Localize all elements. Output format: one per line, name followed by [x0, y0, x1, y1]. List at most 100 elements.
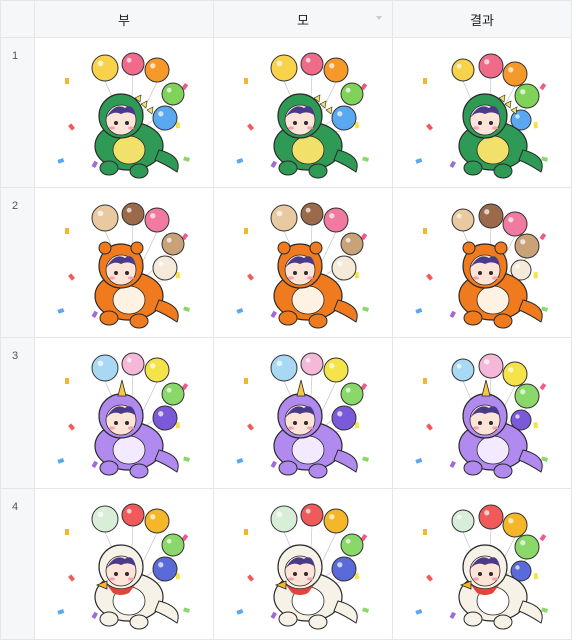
- confetti-piece: [244, 529, 248, 535]
- character-foot: [129, 313, 149, 329]
- character-tail: [154, 299, 179, 323]
- balloon: [152, 255, 178, 281]
- balloon: [121, 503, 145, 527]
- balloon: [323, 207, 349, 233]
- duck-character-image: [236, 503, 370, 630]
- balloon: [91, 54, 119, 82]
- character-foot: [129, 614, 149, 630]
- character-foot: [99, 460, 119, 476]
- confetti-piece: [423, 529, 427, 535]
- parent-2-image-cell: [214, 489, 393, 640]
- unicorn-horn: [296, 379, 306, 397]
- confetti-piece: [247, 423, 254, 431]
- row-number: 1: [1, 38, 35, 188]
- balloon: [340, 382, 364, 406]
- balloon: [144, 357, 170, 383]
- balloon: [340, 82, 364, 106]
- character-foot: [129, 463, 149, 479]
- comparison-table: 부 모 결과 1 2 3 4: [0, 0, 572, 640]
- character-tail: [333, 299, 358, 323]
- confetti-piece: [270, 611, 277, 619]
- balloon: [451, 358, 475, 382]
- parent-2-image-cell: [214, 188, 393, 338]
- sort-indicator-icon[interactable]: [376, 16, 382, 20]
- confetti-piece: [449, 611, 456, 619]
- header-result[interactable]: 결과: [393, 1, 572, 38]
- confetti-piece: [244, 78, 248, 84]
- red-panda-character-image: [415, 203, 549, 329]
- confetti-piece: [449, 460, 456, 469]
- header-result-label: 결과: [470, 12, 494, 28]
- confetti-piece: [236, 458, 244, 464]
- header-parent-1[interactable]: 부: [35, 1, 214, 38]
- confetti-piece: [415, 308, 423, 314]
- confetti-piece: [65, 529, 69, 535]
- result-image-cell: [393, 38, 572, 188]
- character-foot: [99, 160, 119, 176]
- confetti-piece: [362, 456, 370, 462]
- result-image-cell: [393, 489, 572, 640]
- confetti-piece: [270, 310, 277, 319]
- confetti-piece: [539, 232, 547, 241]
- confetti-piece: [236, 308, 244, 314]
- confetti-piece: [68, 123, 75, 131]
- confetti-piece: [533, 122, 538, 129]
- balloon: [514, 233, 540, 259]
- red-panda-character-image: [57, 202, 190, 329]
- balloon: [331, 405, 357, 431]
- dinosaur-character-image: [415, 53, 549, 179]
- balloon: [144, 508, 170, 534]
- balloon: [514, 383, 540, 409]
- confetti-piece: [247, 123, 254, 131]
- dinosaur-character-image: [57, 52, 190, 179]
- balloon: [451, 58, 475, 82]
- confetti-piece: [423, 78, 427, 84]
- confetti-piece: [539, 534, 547, 542]
- character-foot: [308, 163, 328, 179]
- red-panda-character-image: [236, 202, 370, 329]
- balloon: [121, 202, 145, 226]
- confetti-piece: [362, 306, 370, 312]
- balloon: [323, 508, 349, 534]
- confetti-piece: [541, 456, 549, 462]
- character-belly: [476, 135, 510, 165]
- balloon: [121, 52, 145, 76]
- dino-spike: [325, 106, 333, 115]
- row-number-label: 3: [12, 350, 19, 362]
- confetti-piece: [423, 228, 427, 234]
- confetti-piece: [415, 158, 423, 164]
- row-number-label: 2: [12, 200, 19, 212]
- header-parent-2[interactable]: 모: [214, 1, 393, 38]
- confetti-piece: [68, 574, 75, 582]
- row-number: 3: [1, 338, 35, 489]
- character-tail: [518, 449, 543, 473]
- balloon: [340, 232, 364, 256]
- confetti-piece: [415, 458, 423, 464]
- balloon: [300, 352, 324, 376]
- balloon: [270, 505, 298, 533]
- balloon: [502, 211, 528, 237]
- unicorn-horn: [117, 379, 127, 397]
- balloon: [300, 52, 324, 76]
- confetti-piece: [426, 123, 433, 131]
- character-foot: [493, 163, 513, 179]
- character-foot: [99, 310, 119, 326]
- balloon: [331, 105, 357, 131]
- confetti-piece: [91, 611, 98, 619]
- balloon: [323, 57, 349, 83]
- balloon: [144, 57, 170, 83]
- balloon: [340, 533, 364, 557]
- balloon: [514, 83, 540, 109]
- row-number: 2: [1, 188, 35, 338]
- character-tail: [154, 449, 179, 473]
- confetti-piece: [68, 273, 75, 281]
- duck-character-image: [57, 503, 190, 630]
- balloon: [478, 53, 504, 79]
- character-tail: [518, 299, 543, 323]
- balloon: [514, 534, 540, 560]
- balloon: [331, 255, 357, 281]
- ear: [309, 241, 323, 255]
- result-image-cell: [393, 188, 572, 338]
- ear: [277, 241, 291, 255]
- balloon: [270, 54, 298, 82]
